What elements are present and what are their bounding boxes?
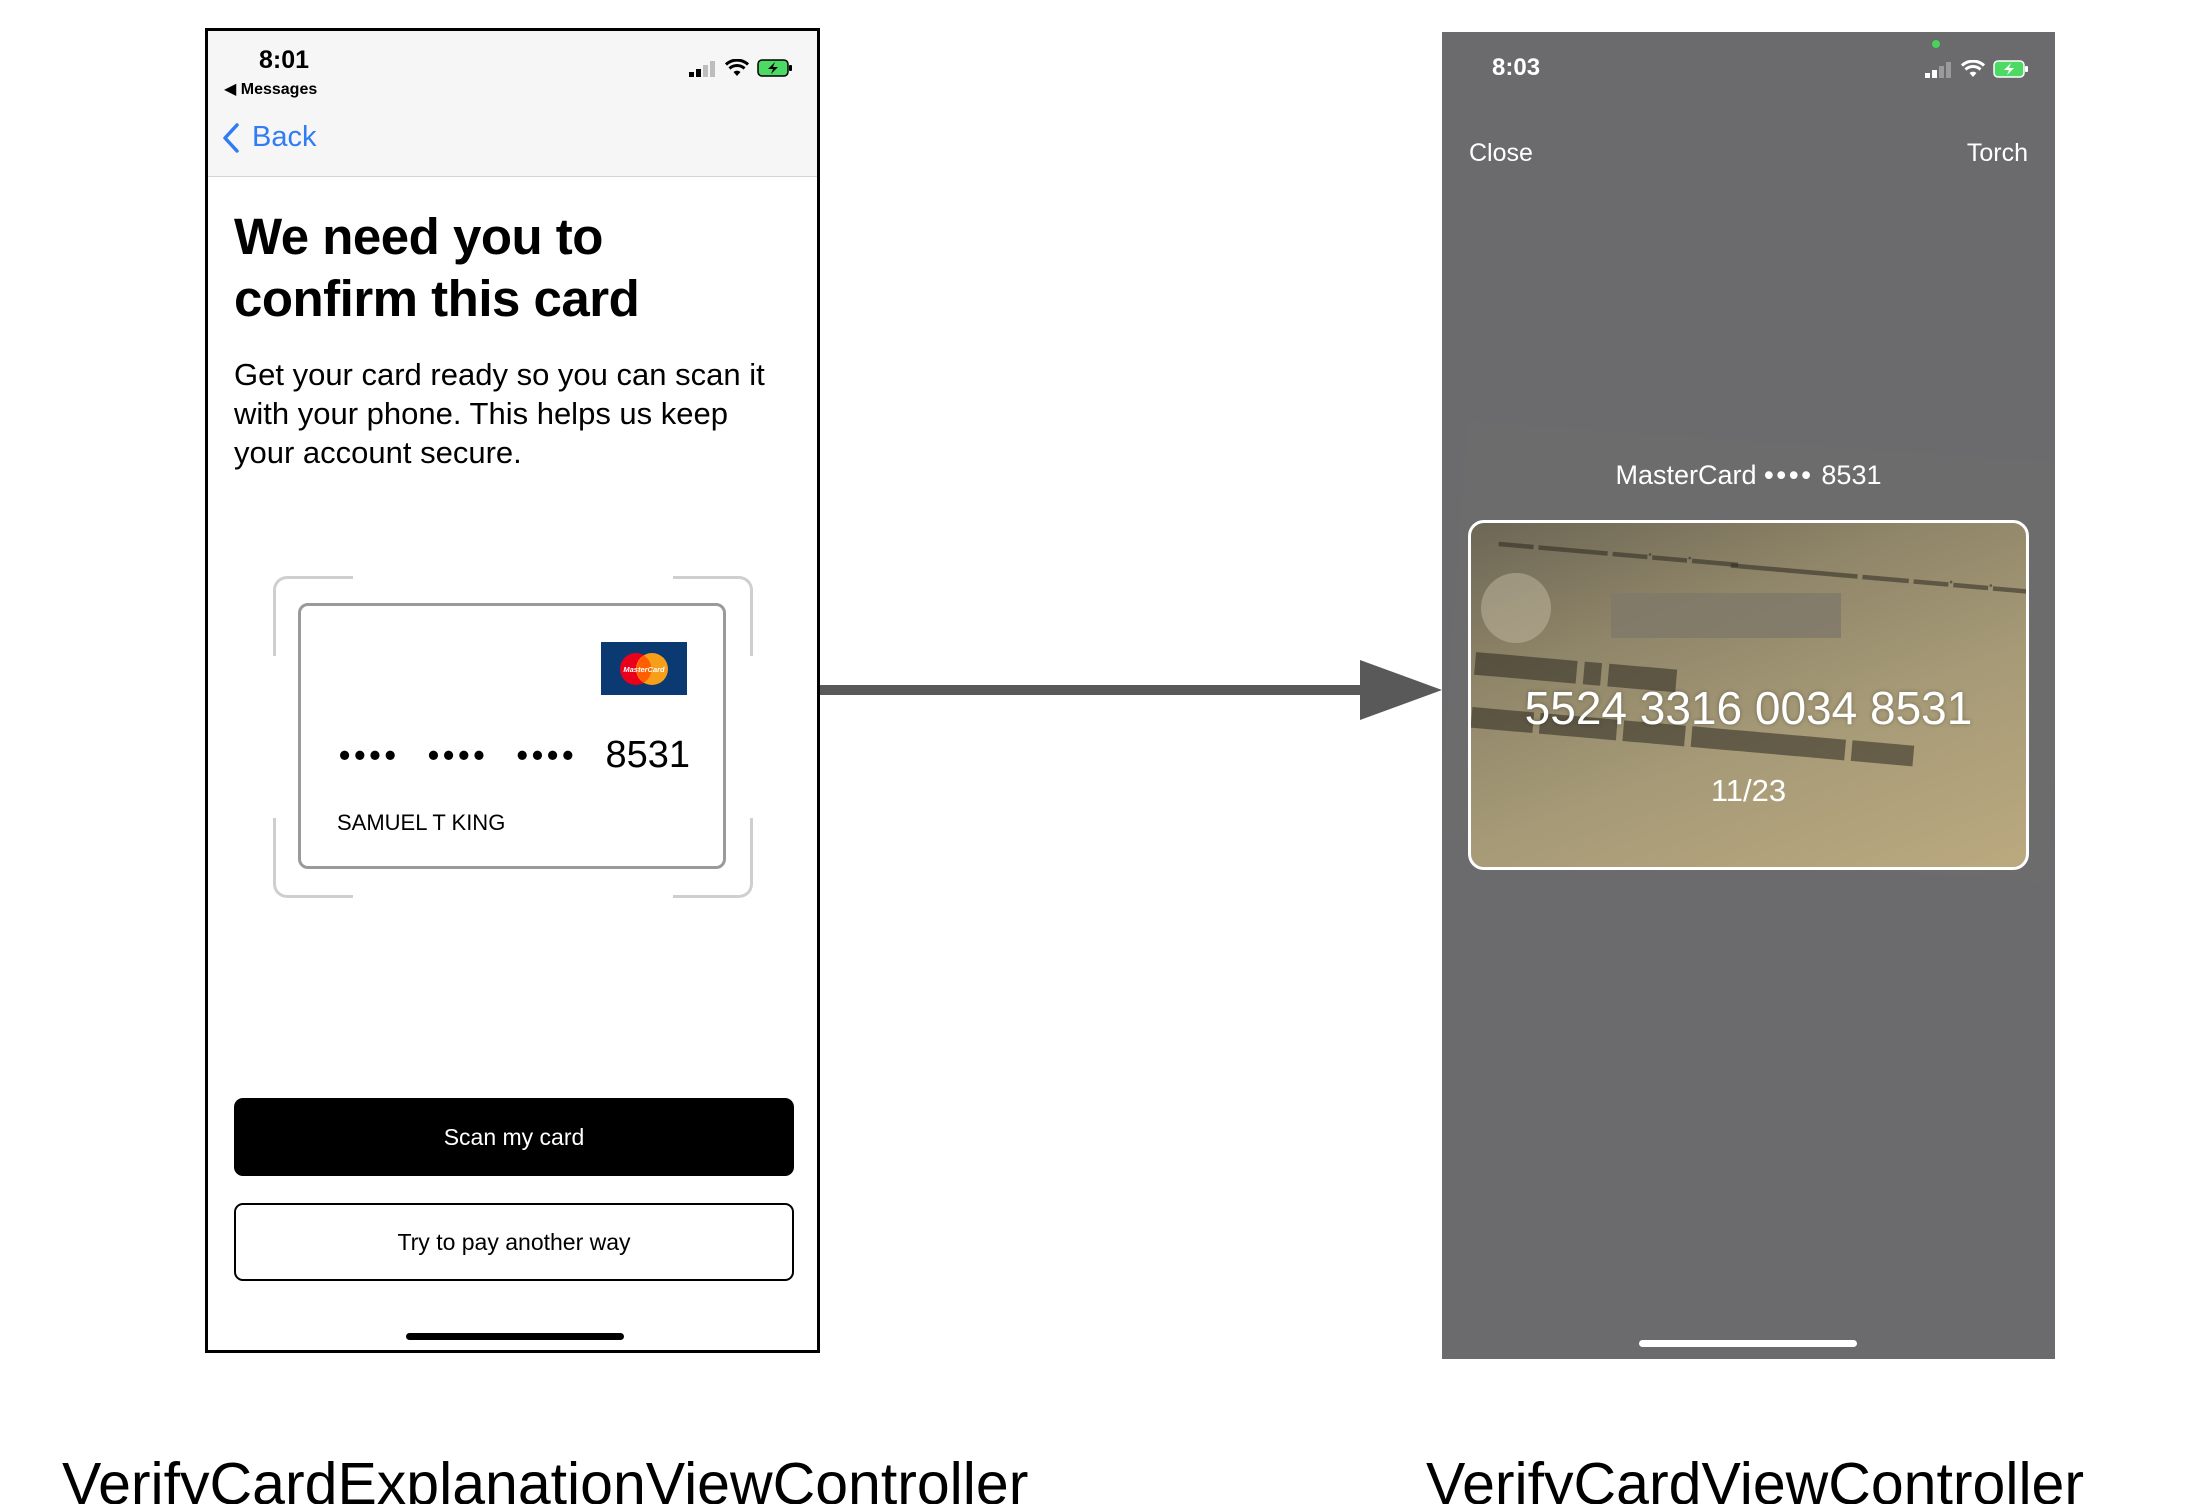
camera-card-texture: ▂▂▂▂▂▂▂▂▂▂▂ ▂▂▂▂ ▂▂▂.▂▂▂.▂▂▂ <box>1730 550 2029 594</box>
torch-button[interactable]: Torch <box>1967 139 2028 168</box>
right-screen-caption: VerifyCardViewController <box>1426 1451 2085 1504</box>
battery-charging-icon <box>1993 60 2028 78</box>
flow-arrow-icon <box>820 660 1442 720</box>
home-indicator[interactable] <box>406 1333 624 1340</box>
status-bar-time: 8:03 <box>1492 54 1541 81</box>
detected-card-number: 5524 3316 0034 8531 <box>1524 682 1973 734</box>
card-number: •••• •••• •••• 8531 <box>339 734 690 777</box>
card-illustration: MasterCard •••• •••• •••• 8531 SAMUEL T … <box>298 603 726 869</box>
verify-card-explanation-screen: 8:01 ◀ Messages Back We need you to conf… <box>205 28 820 1353</box>
cellular-signal-icon <box>689 61 715 77</box>
masked-digits: •••• <box>339 737 400 773</box>
page-title: We need you to confirm this card <box>234 208 640 327</box>
card-brand: MasterCard <box>1615 460 1757 490</box>
cellular-signal-icon <box>1925 62 1951 78</box>
wifi-icon <box>1961 60 1985 77</box>
cardholder-name: SAMUEL T KING <box>337 810 506 835</box>
camera-card-hologram <box>1481 573 1551 643</box>
back-button-label: Back <box>252 121 317 153</box>
camera-in-use-indicator <box>1932 40 1940 48</box>
camera-card-texture: ▂▂▂ ▂▂▂▂▂▂ ▂▂▂.▂▂▂.▂▂▂▂ <box>1498 528 1740 568</box>
close-button[interactable]: Close <box>1469 139 1533 168</box>
status-bar-icons <box>1925 60 2029 78</box>
card-last4: 8531 <box>605 734 690 776</box>
home-indicator[interactable] <box>1639 1340 1857 1347</box>
try-another-way-button[interactable]: Try to pay another way <box>234 1203 794 1281</box>
status-bar-time: 8:01 <box>259 46 310 74</box>
scan-my-card-button[interactable]: Scan my card <box>234 1098 794 1176</box>
expected-card-description: MasterCard •••• 8531 <box>1442 460 2055 491</box>
masked-digits: •••• <box>427 737 489 773</box>
left-screen-caption: VerifyCardExplanationViewController <box>62 1451 1029 1504</box>
mastercard-logo-text: MasterCard <box>623 665 665 674</box>
chevron-left-icon <box>223 122 239 153</box>
page-description: Get your card ready so you can scan it w… <box>234 357 765 470</box>
navigation-bar: 8:01 ◀ Messages Back <box>208 31 817 177</box>
detected-expiry: 11/23 <box>1710 773 1787 808</box>
status-bar-back-to-app[interactable]: ◀ Messages <box>224 79 317 99</box>
camera-card-signature-strip <box>1611 593 1841 638</box>
card-last4: 8531 <box>1821 460 1882 490</box>
masked-digits: •••• <box>1764 460 1814 490</box>
battery-charging-icon <box>757 59 792 77</box>
status-bar-icons <box>689 59 793 77</box>
masked-digits: •••• <box>516 737 578 773</box>
back-button[interactable]: Back <box>222 121 316 154</box>
verify-card-camera-screen: 8:03 Close Torch MasterCard •••• 8531 ▂▂… <box>1442 32 2055 1359</box>
camera-viewfinder: ▂▂▂ ▂▂▂▂▂▂ ▂▂▂.▂▂▂.▂▂▂▂ ▂▂▂▂▂▂▂▂▂▂▂ ▂▂▂▂… <box>1468 520 2029 870</box>
mastercard-logo: MasterCard <box>601 642 687 695</box>
wifi-icon <box>725 59 749 76</box>
